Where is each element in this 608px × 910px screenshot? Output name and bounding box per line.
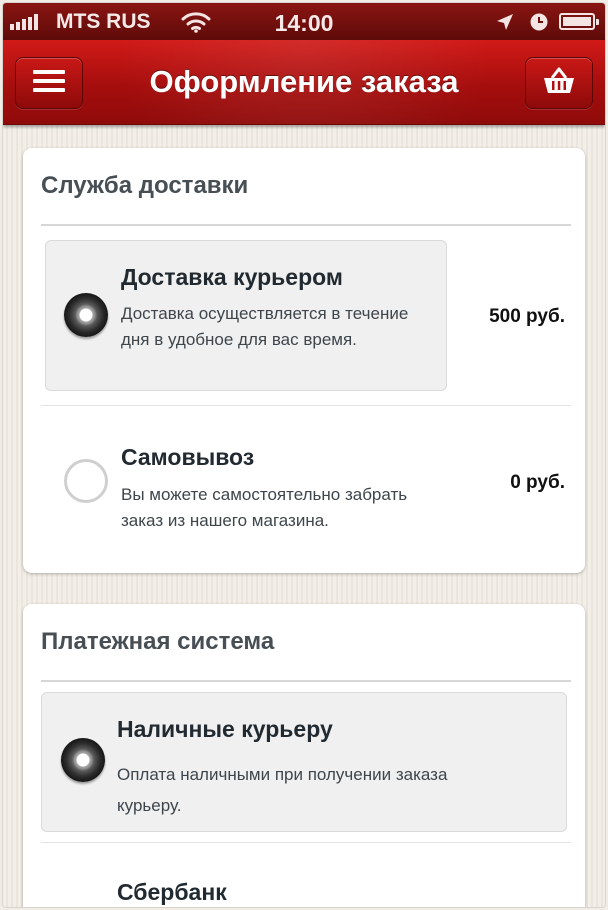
page-title: Оформление заказа	[149, 64, 459, 99]
option-description: Доставка осуществляется в течение дня в …	[121, 304, 409, 349]
alarm-clock-icon	[529, 12, 549, 38]
radio-selected-icon[interactable]	[64, 293, 108, 337]
location-arrow-icon	[495, 12, 515, 38]
payment-section-title: Платежная система	[41, 628, 275, 655]
row-divider	[41, 842, 571, 843]
option-price: 0 руб.	[510, 472, 565, 493]
option-title: Самовывоз	[121, 444, 255, 470]
status-bar: MTS RUS 14:00	[3, 3, 605, 40]
battery-icon	[559, 13, 599, 30]
basket-icon	[542, 66, 576, 101]
row-divider	[41, 405, 571, 406]
option-description: Оплата наличными при получении заказа ку…	[117, 765, 448, 815]
radio-unselected-icon[interactable]	[64, 459, 108, 503]
radio-selected-icon[interactable]	[61, 738, 105, 782]
option-description: Вы можете самостоятельно забрать заказ и…	[121, 485, 408, 530]
option-title: Наличные курьеру	[117, 716, 333, 742]
delivery-section: Служба доставки Доставка курьером Достав…	[23, 148, 585, 573]
option-title: Доставка курьером	[121, 264, 343, 290]
navigation-bar: Оформление заказа	[3, 40, 605, 125]
option-title: Сбербанк	[117, 879, 227, 905]
option-price: 500 руб.	[489, 306, 565, 327]
payment-section: Платежная система Наличные курьеру Оплат…	[23, 604, 585, 907]
section-divider	[41, 224, 571, 226]
hamburger-icon	[33, 69, 65, 98]
app-screen: MTS RUS 14:00 Оформление заказа Служба д…	[3, 3, 605, 907]
delivery-section-title: Служба доставки	[41, 172, 249, 199]
menu-button[interactable]	[15, 57, 83, 109]
basket-button[interactable]	[525, 57, 593, 109]
section-divider	[41, 680, 571, 682]
